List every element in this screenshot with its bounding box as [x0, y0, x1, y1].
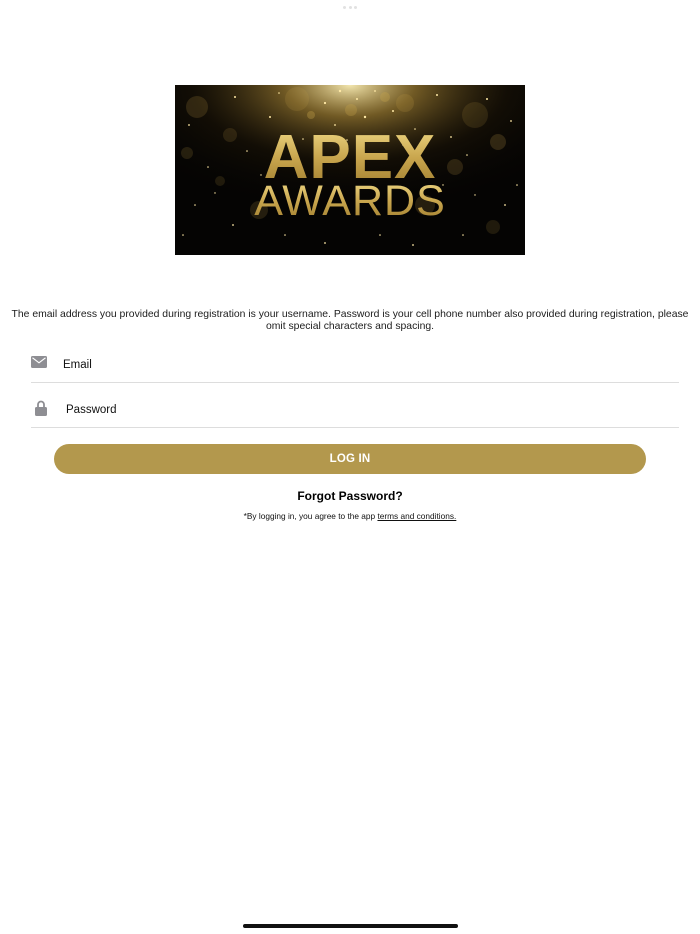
- forgot-password-link[interactable]: Forgot Password?: [0, 489, 700, 503]
- login-button[interactable]: LOG IN: [54, 444, 646, 474]
- email-input[interactable]: [63, 354, 663, 376]
- login-instructions: The email address you provided during re…: [11, 309, 689, 332]
- email-field-row: [31, 346, 679, 383]
- password-input[interactable]: [66, 399, 666, 421]
- terms-link[interactable]: terms and conditions.: [377, 511, 456, 521]
- terms-notice: *By logging in, you agree to the app ter…: [0, 511, 700, 521]
- login-screen: APEX AWARDS The email address you provid…: [0, 0, 700, 934]
- envelope-icon: [31, 356, 47, 368]
- lock-icon: [35, 400, 47, 416]
- password-field-row: [31, 391, 679, 428]
- multitasking-dots[interactable]: [343, 6, 357, 10]
- home-indicator[interactable]: [243, 924, 458, 928]
- banner-graphic: APEX AWARDS: [175, 85, 525, 255]
- apex-awards-banner: APEX AWARDS: [175, 85, 525, 255]
- terms-prefix: *By logging in, you agree to the app: [243, 511, 378, 521]
- banner-title-awards: AWARDS: [254, 177, 446, 225]
